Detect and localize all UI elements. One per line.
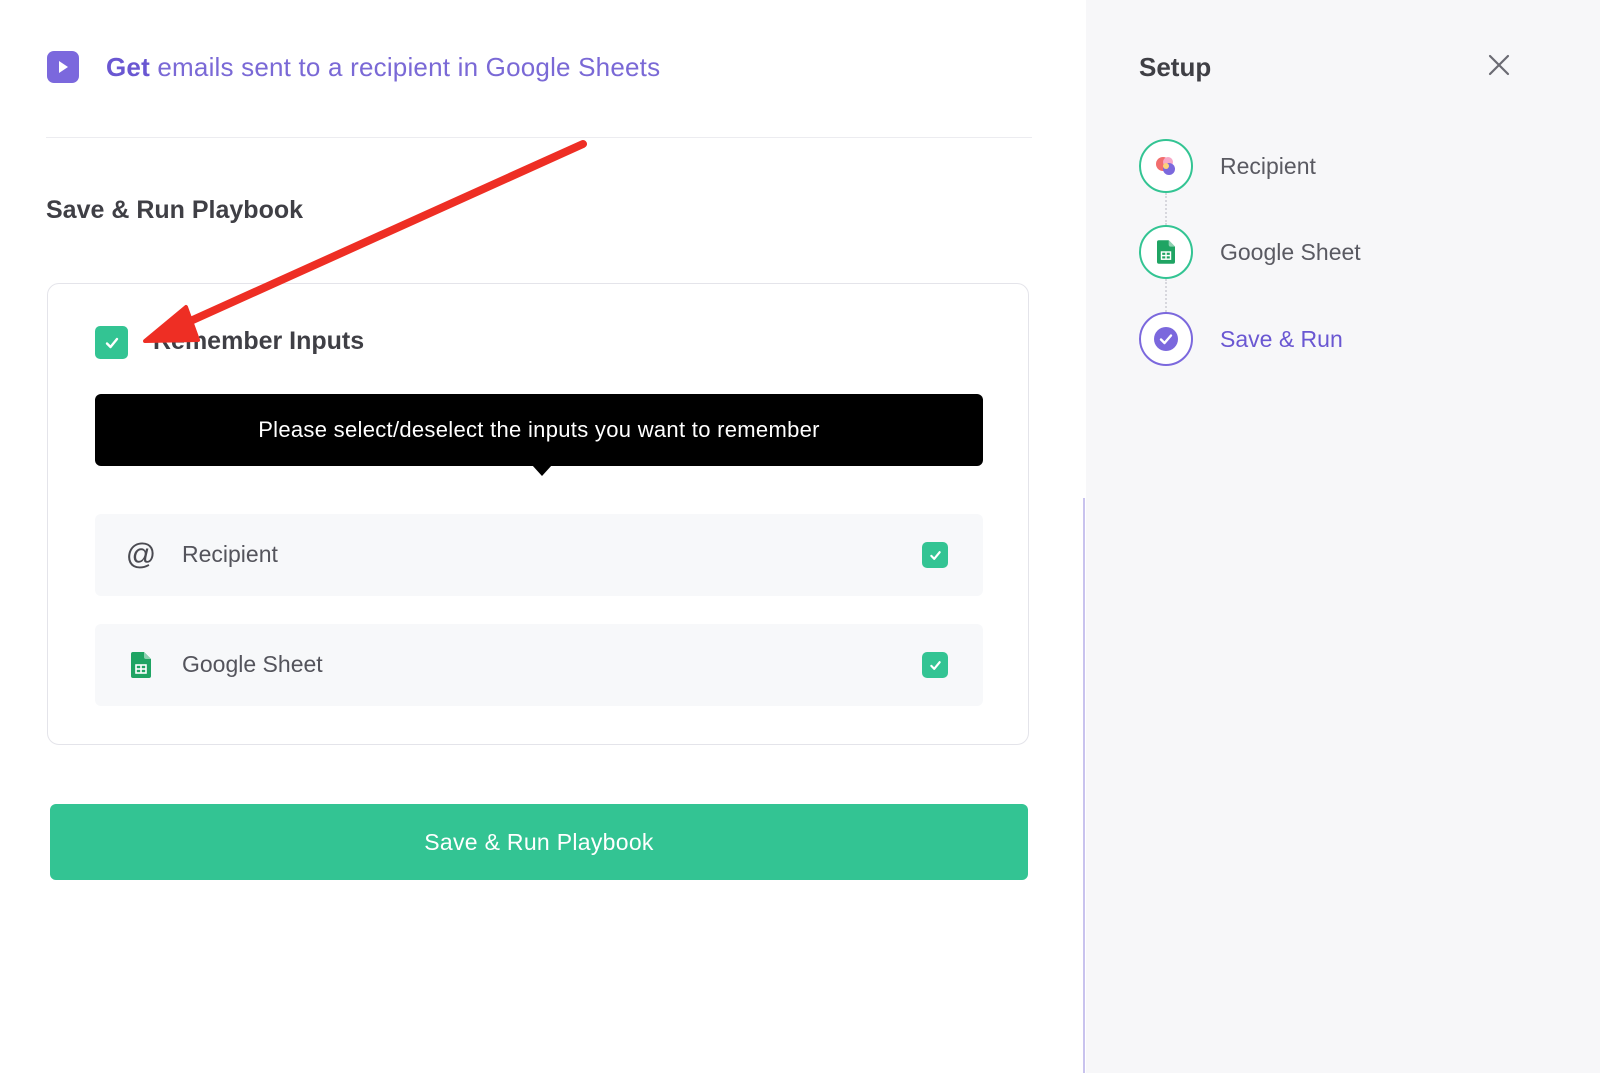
remember-input-row-recipient[interactable]: @ Recipient [95, 514, 983, 596]
remember-input-label: Google Sheet [182, 651, 323, 677]
setup-title: Setup [1139, 52, 1212, 82]
playbook-title-verb: Get [106, 51, 150, 82]
at-icon: @ [125, 538, 157, 571]
step-connector [1165, 193, 1167, 225]
playbook-main-panel: Get emails sent to a recipient in Google… [0, 0, 1086, 1073]
check-circle-icon [1139, 312, 1193, 366]
remember-google-sheet-checkbox[interactable] [922, 652, 948, 678]
play-icon [47, 51, 79, 83]
recipient-app-icon [1139, 139, 1193, 193]
playbook-title: Get emails sent to a recipient in Google… [106, 52, 660, 83]
remember-input-row-google-sheet[interactable]: Google Sheet [95, 624, 983, 706]
section-title: Save & Run Playbook [46, 196, 304, 224]
tooltip-pointer [532, 465, 552, 476]
setup-step-save-and-run[interactable]: Save & Run [1139, 312, 1343, 366]
remember-input-label: Recipient [182, 541, 278, 567]
remember-inputs-label: Remember Inputs [153, 327, 365, 355]
checkmark-icon [929, 550, 941, 560]
sidebar-divider [1083, 498, 1085, 1073]
setup-step-label: Recipient [1220, 152, 1316, 179]
playbook-title-rest: emails sent to a recipient in Google She… [157, 51, 661, 82]
step-connector [1165, 279, 1167, 312]
close-icon[interactable] [1486, 52, 1512, 78]
remember-inputs-checkbox[interactable] [95, 326, 128, 359]
google-sheets-icon [1139, 225, 1193, 279]
tooltip-text: Please select/deselect the inputs you wa… [258, 417, 820, 442]
remember-recipient-checkbox[interactable] [922, 542, 948, 568]
google-sheets-icon [125, 649, 157, 681]
setup-step-recipient[interactable]: Recipient [1139, 139, 1316, 193]
header-divider [46, 137, 1032, 138]
checkmark-icon [929, 660, 941, 670]
tooltip: Please select/deselect the inputs you wa… [95, 394, 983, 466]
playbook-header: Get emails sent to a recipient in Google… [47, 50, 660, 84]
setup-step-label: Google Sheet [1220, 238, 1361, 265]
setup-step-label: Save & Run [1220, 325, 1343, 352]
save-and-run-playbook-button[interactable]: Save & Run Playbook [50, 804, 1028, 880]
checkmark-icon [105, 337, 118, 348]
setup-step-google-sheet[interactable]: Google Sheet [1139, 225, 1361, 279]
